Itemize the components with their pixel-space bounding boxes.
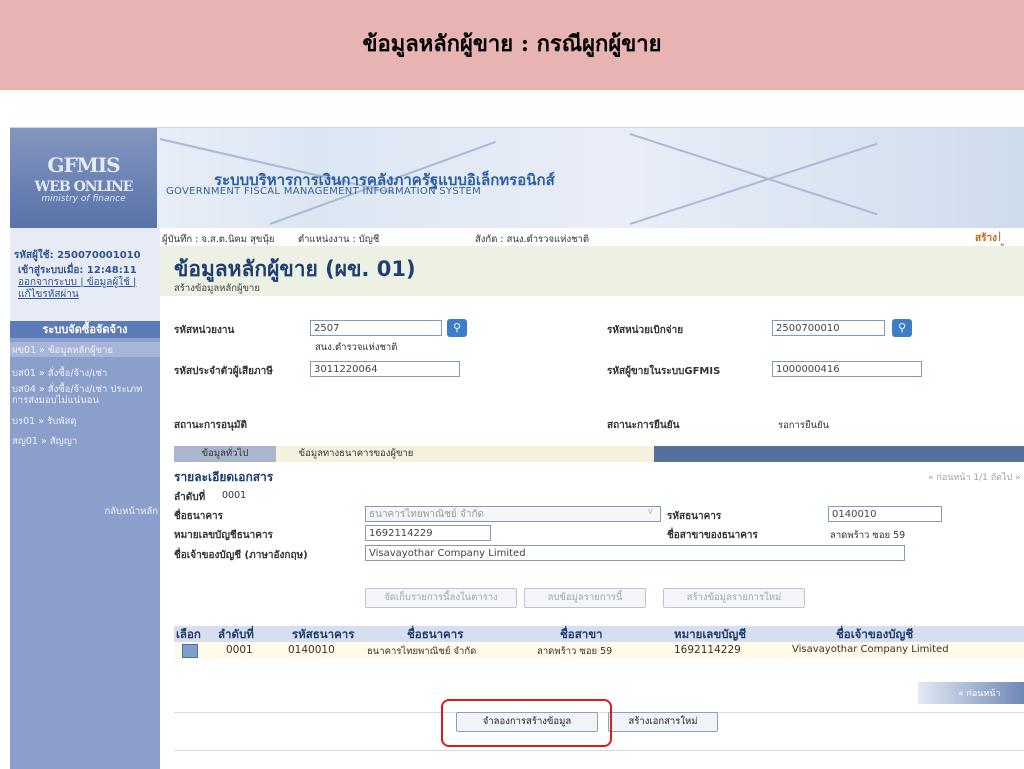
account-no-field[interactable]: 1692114229 (365, 525, 491, 541)
affiliation-label: สังกัด : สนง.ตำรวจแห่งชาติ (475, 234, 590, 245)
cell-owner: Visavayothar Company Limited (792, 644, 949, 655)
disb-unit-field[interactable]: 2500700010 (772, 320, 885, 336)
create-new-item-button[interactable]: สร้างข้อมูลรายการใหม่ (663, 588, 805, 608)
col-owner: ชื่อเจ้าของบัญชี (836, 627, 914, 641)
tab-bank-info-ext[interactable] (436, 446, 654, 462)
user-id: รหัสผู้ใช้: 250070001010 (14, 250, 141, 261)
confirm-status-label: สถานะการยืนยัน (607, 420, 680, 431)
chevron-down-icon: ∨ (647, 507, 654, 517)
approval-status-label: สถานะการอนุมัติ (174, 420, 247, 431)
sidebar-item-receive-goods[interactable]: บร01 » รับพัสดุ (10, 414, 162, 429)
highlight-box (441, 699, 612, 747)
unit-code-label: รหัสหน่วยงาน (174, 325, 235, 336)
system-title-en: GOVERNMENT FISCAL MANAGEMENT INFORMATION… (166, 186, 482, 197)
account-no-label: หมายเลขบัญชีธนาคาร (174, 530, 273, 541)
branch-label: ชื่อสาขาของธนาคาร (667, 530, 758, 541)
tab-general[interactable]: ข้อมูลทั่วไป (174, 446, 276, 462)
user-links[interactable]: ออกจากระบบ | ข้อมูลผู้ใช้ | แก้ไขรหัสผ่า… (18, 277, 160, 301)
bank-code-field[interactable]: 0140010 (828, 506, 942, 522)
sidebar-item-vendor-master[interactable]: ผข01 » ข้อมูลหลักผู้ขาย (10, 343, 162, 358)
tab-bank-info[interactable]: ข้อมูลทางธนาคารของผู้ขาย (276, 446, 436, 462)
search-icon[interactable]: ⚲ (447, 319, 467, 337)
gfmis-window: GFMIS WEB ONLINE ministry of finance ระบบ… (10, 127, 1024, 769)
page-subtitle: สร้างข้อมูลหลักผู้ขาย (174, 283, 260, 294)
unit-code-field[interactable]: 2507 (310, 320, 442, 336)
col-bank-code: รหัสธนาคาร (292, 627, 355, 641)
search-icon[interactable]: ⚲ (892, 319, 912, 337)
cell-account-no: 1692114229 (674, 644, 741, 656)
tax-id-label: รหัสประจำตัวผู้เสียภาษี (174, 366, 273, 377)
col-select: เลือก (176, 627, 201, 641)
owner-field[interactable]: Visavayothar Company Limited (365, 545, 905, 561)
sidebar-item-contract[interactable]: สญ01 » สัญญา (10, 434, 162, 449)
unit-name: สนง.ตำรวจแห่งชาติ (315, 342, 398, 353)
store-in-table-button[interactable]: จัดเก็บรายการนี้ลงในตาราง (365, 588, 517, 608)
cell-bank-name: ธนาคารไทยพาณิชย์ จำกัด (367, 646, 477, 657)
divider (174, 750, 1024, 751)
tax-id-field[interactable]: 3011220064 (310, 361, 460, 377)
previous-page-link[interactable]: « ก่อนหน้า (958, 686, 1001, 700)
cell-branch: ลาดพร้าว ซอย 59 (537, 646, 613, 657)
delete-item-button[interactable]: ลบข้อมูลรายการนี้ (524, 588, 646, 608)
recorder-name: ผู้บันทึก : จ.ส.ต.นิคม สุขนุ้ย (162, 234, 275, 245)
position-label: ตำแหน่งงาน : บัญชี (298, 234, 380, 245)
branch-value: ลาดพร้าว ซอย 59 (830, 530, 906, 541)
sidebar-section-title: ระบบจัดซื้อจัดจ้าง (10, 321, 160, 338)
folder-icon[interactable] (182, 644, 198, 658)
disb-unit-label: รหัสหน่วยเบิกจ่าย (607, 325, 684, 336)
bank-code-label: รหัสธนาคาร (667, 511, 722, 522)
create-link[interactable]: สร้าง (975, 231, 997, 246)
new-document-button[interactable]: สร้างเอกสารใหม่ (608, 712, 718, 732)
back-home-link[interactable]: กลับหน้าหลัก (10, 504, 158, 519)
seq-value: 0001 (222, 490, 247, 501)
col-seq: ลำดับที่ (218, 627, 254, 641)
bank-name-select[interactable]: ธนาคารไทยพาณิชย์ จำกัด (365, 506, 661, 522)
detail-heading: รายละเอียดเอกสาร (174, 470, 274, 484)
col-account-no: หมายเลขบัญชี (674, 627, 747, 641)
gfmis-logo: GFMIS WEB ONLINE (34, 153, 134, 195)
cell-bank-code: 0140010 (288, 644, 335, 656)
vendor-code-field[interactable]: 1000000416 (772, 361, 922, 377)
login-time: เข้าสู่ระบบเมื่อ: 12:48:11 (18, 265, 137, 276)
slide-title: ข้อมูลหลักผู้ขาย : กรณีผูกผู้ขาย (362, 31, 662, 57)
info-strip (160, 228, 1024, 246)
sidebar-item-purchase-order[interactable]: บส01 » สั่งซื้อ/จ้าง/เช่า (10, 366, 162, 381)
bank-name-label: ชื่อธนาคาร (174, 511, 224, 522)
vendor-code-label: รหัสผู้ขายในระบบGFMIS (607, 366, 721, 377)
logo-subtitle: ministry of finance (41, 194, 126, 204)
cell-seq: 0001 (226, 644, 253, 656)
sidebar-item-uncertain-delivery[interactable]: บส04 » สั่งซื้อ/จ้าง/เช่า ประเภทการส่งมอ… (10, 384, 158, 406)
owner-label: ชื่อเจ้าของบัญชี (ภาษาอังกฤษ) (174, 550, 308, 561)
col-branch: ชื่อสาขา (560, 627, 603, 641)
seq-label: ลำดับที่ (174, 492, 206, 503)
col-bank-name: ชื่อธนาคาร (407, 627, 464, 641)
detail-pagination[interactable]: « ก่อนหน้า 1/1 ถัดไป » (928, 470, 1021, 484)
confirm-status-value: รอการยืนยัน (778, 420, 830, 431)
